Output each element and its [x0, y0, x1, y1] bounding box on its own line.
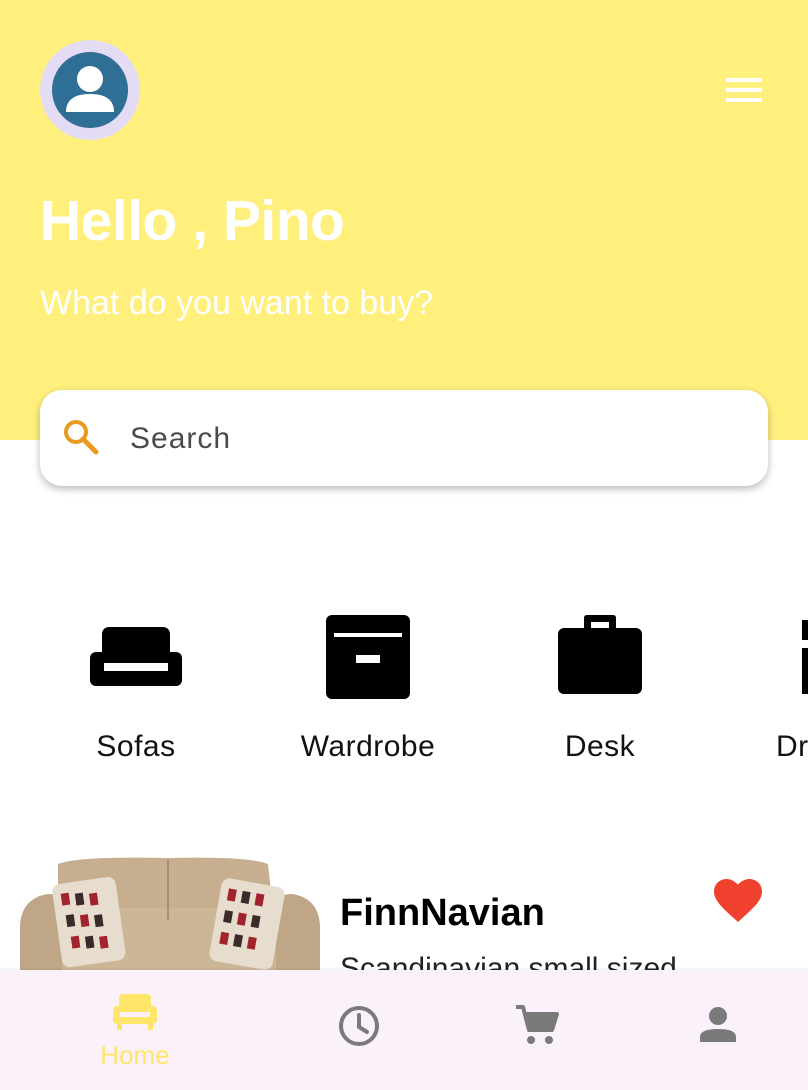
product-image [20, 857, 320, 980]
clock-icon [339, 1006, 379, 1046]
product-title: FinnNavian [340, 892, 545, 934]
person-icon [52, 52, 128, 128]
dresser-icon [802, 620, 808, 694]
category-label: Sofas [96, 730, 176, 763]
search-input[interactable] [128, 414, 732, 464]
sofa-icon [90, 627, 182, 686]
product-card[interactable]: FinnNavian Scandinavian small sized [0, 840, 808, 985]
category-label: Dr [776, 730, 808, 763]
cart-icon [516, 1005, 559, 1044]
category-label: Wardrobe [300, 730, 436, 763]
briefcase-icon [558, 615, 642, 694]
search-icon [64, 420, 99, 455]
greeting-title: Hello , Pino [40, 189, 345, 253]
nav-history[interactable] [268, 970, 450, 1090]
nav-label: Home [100, 1040, 170, 1070]
sofa-icon [113, 994, 157, 1030]
archive-box-icon [326, 615, 410, 699]
menu-button[interactable] [718, 70, 770, 110]
search-bar[interactable] [40, 390, 768, 486]
person-icon [700, 1007, 736, 1042]
category-label: Desk [564, 730, 636, 763]
bottom-navigation: Home [0, 970, 808, 1090]
avatar[interactable] [40, 40, 140, 140]
nav-profile[interactable] [628, 970, 808, 1090]
nav-home[interactable]: Home [44, 970, 226, 1090]
heart-icon[interactable] [714, 878, 762, 922]
nav-cart[interactable] [448, 970, 630, 1090]
hamburger-menu-icon [726, 78, 762, 102]
greeting-subtitle: What do you want to buy? [40, 284, 434, 322]
